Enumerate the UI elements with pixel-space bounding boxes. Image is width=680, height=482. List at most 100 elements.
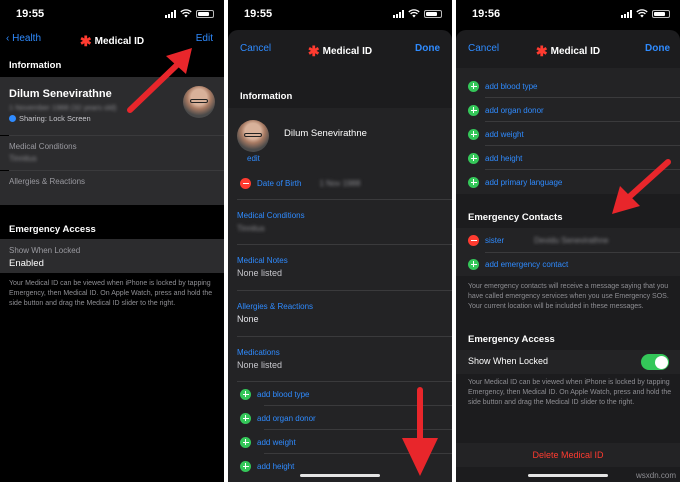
allergies-cell: Allergies & Reactions: [0, 171, 224, 205]
profile-avatar: [183, 86, 215, 118]
battery-icon: [196, 9, 214, 18]
conditions-label: Medical Conditions: [237, 211, 305, 220]
done-button[interactable]: Done: [645, 43, 670, 54]
profile-birthdate: 1 November 1988 (32 years old): [9, 103, 117, 112]
watermark: wsxdn.com: [635, 471, 676, 480]
nav-bar: ‹ Health ✱ Medical ID Edit: [0, 28, 224, 52]
section-header-information: Information: [240, 91, 293, 102]
add-weight-row[interactable]: add weight: [240, 434, 296, 450]
allergies-label: Allergies & Reactions: [237, 302, 314, 311]
add-icon: [468, 128, 479, 140]
notes-value[interactable]: None listed: [237, 268, 282, 278]
allergies-label: Allergies & Reactions: [9, 177, 86, 186]
add-organ-donor-row[interactable]: add organ donor: [468, 102, 544, 118]
contact-name: Devidu Senevirathne: [534, 235, 609, 245]
show-when-locked-label: Show When Locked: [468, 356, 549, 366]
battery-icon: [652, 9, 670, 18]
wifi-icon: [636, 9, 648, 18]
add-icon: [468, 258, 479, 270]
allergies-value[interactable]: None: [237, 314, 259, 324]
home-indicator: [528, 474, 608, 477]
nav-bar: Cancel ✱ Medical ID Done: [228, 38, 452, 62]
add-icon: [240, 388, 251, 400]
nav-bar: Cancel ✱ Medical ID Done: [456, 38, 680, 62]
cellular-signal-icon: [165, 9, 176, 18]
medical-asterisk-icon: ✱: [307, 43, 320, 59]
contacts-group: sister Devidu Senevirathne add emergency…: [456, 228, 680, 276]
delete-label: Delete Medical ID: [532, 450, 604, 460]
lock-screen-note: Your Medical ID can be viewed when iPhon…: [9, 280, 213, 307]
wifi-icon: [180, 9, 192, 18]
screen-medical-id-edit-scrolled: 19:56 Cancel ✱ Medical ID Done add blood …: [456, 0, 680, 482]
profile-name[interactable]: Dilum Senevirathne: [284, 128, 367, 139]
section-header-information: Information: [9, 60, 62, 71]
conditions-label: Medical Conditions: [9, 142, 77, 151]
conditions-value: Tinnitus: [9, 154, 37, 163]
add-weight-row[interactable]: add weight: [468, 126, 524, 142]
screen-medical-id-edit: 19:55 Cancel ✱ Medical ID Done Informatio…: [228, 0, 452, 482]
section-header-emergency-access: Emergency Access: [468, 334, 555, 345]
contacts-note: Your emergency contacts will receive a m…: [468, 283, 669, 310]
edit-sheet: Cancel ✱ Medical ID Done Information edit…: [228, 30, 452, 482]
status-bar: 19:55: [0, 0, 224, 26]
add-emergency-contact-row[interactable]: add emergency contact: [468, 256, 568, 272]
dob-label: Date of Birth: [257, 178, 302, 188]
page-title: ✱ Medical ID: [79, 33, 145, 49]
medications-label: Medications: [237, 348, 280, 357]
add-blood-type-row[interactable]: add blood type: [468, 78, 538, 94]
screen-medical-id-view: 19:55 ‹ Health ✱ Medical ID Edit Informat…: [0, 0, 224, 482]
add-height-row[interactable]: add height: [468, 150, 522, 166]
add-icon: [468, 80, 479, 92]
medical-asterisk-icon: ✱: [79, 33, 92, 49]
contact-relation: sister: [485, 235, 505, 245]
date-of-birth-row[interactable]: Date of Birth 1 Nov 1988: [240, 175, 360, 191]
show-when-locked-label: Show When Locked: [9, 246, 81, 255]
add-primary-language-row[interactable]: add primary language: [468, 174, 562, 190]
show-when-locked-cell: Show When Locked: [456, 350, 680, 374]
add-icon: [240, 412, 251, 424]
edit-sheet: Cancel ✱ Medical ID Done add blood type a…: [456, 30, 680, 482]
contact-row[interactable]: sister Devidu Senevirathne: [468, 232, 608, 248]
remove-icon[interactable]: [468, 234, 479, 246]
edit-button[interactable]: Edit: [196, 33, 213, 44]
show-when-locked-cell: Show When Locked Enabled: [0, 239, 224, 273]
add-blood-type-row[interactable]: add blood type: [240, 386, 310, 402]
profile-avatar[interactable]: [237, 120, 269, 152]
status-time: 19:56: [472, 8, 501, 20]
add-icon: [468, 104, 479, 116]
home-indicator: [300, 474, 380, 477]
done-button[interactable]: Done: [415, 43, 440, 54]
add-icon: [468, 176, 479, 188]
delete-medical-id-button[interactable]: Delete Medical ID: [456, 443, 680, 467]
wifi-icon: [408, 9, 420, 18]
remove-icon[interactable]: [240, 177, 251, 189]
edit-photo-link[interactable]: edit: [247, 154, 260, 163]
conditions-value[interactable]: Tinnitus: [237, 224, 265, 233]
section-header-emergency-contacts: Emergency Contacts: [468, 212, 563, 223]
profile-cell: Dilum Senevirathne 1 November 1988 (32 y…: [0, 77, 224, 135]
battery-icon: [424, 9, 442, 18]
show-when-locked-toggle[interactable]: [641, 354, 669, 370]
status-bar: 19:55: [228, 0, 452, 26]
cellular-signal-icon: [393, 9, 404, 18]
status-time: 19:55: [16, 8, 45, 20]
cellular-signal-icon: [621, 9, 632, 18]
sharing-status: Sharing: Lock Screen: [9, 114, 91, 123]
section-header-emergency-access: Emergency Access: [9, 224, 96, 235]
dob-value: 1 Nov 1988: [319, 178, 361, 188]
medications-value[interactable]: None listed: [237, 360, 282, 370]
show-when-locked-value: Enabled: [9, 258, 44, 269]
add-items-group: add blood type add organ donor add weigh…: [456, 68, 680, 194]
status-bar: 19:56: [456, 0, 680, 26]
conditions-cell: Medical Conditions Tinnitus: [0, 136, 224, 170]
add-icon: [240, 460, 251, 472]
medical-asterisk-icon: ✱: [535, 43, 548, 59]
add-icon: [240, 436, 251, 448]
form-area: edit Dilum Senevirathne Date of Birth 1 …: [228, 108, 452, 482]
add-height-row[interactable]: add height: [240, 458, 294, 474]
status-time: 19:55: [244, 8, 273, 20]
add-organ-donor-row[interactable]: add organ donor: [240, 410, 316, 426]
checkmark-badge-icon: [9, 115, 16, 122]
lock-screen-note: Your Medical ID can be viewed when iPhon…: [468, 379, 672, 406]
profile-name: Dilum Senevirathne: [9, 88, 112, 100]
